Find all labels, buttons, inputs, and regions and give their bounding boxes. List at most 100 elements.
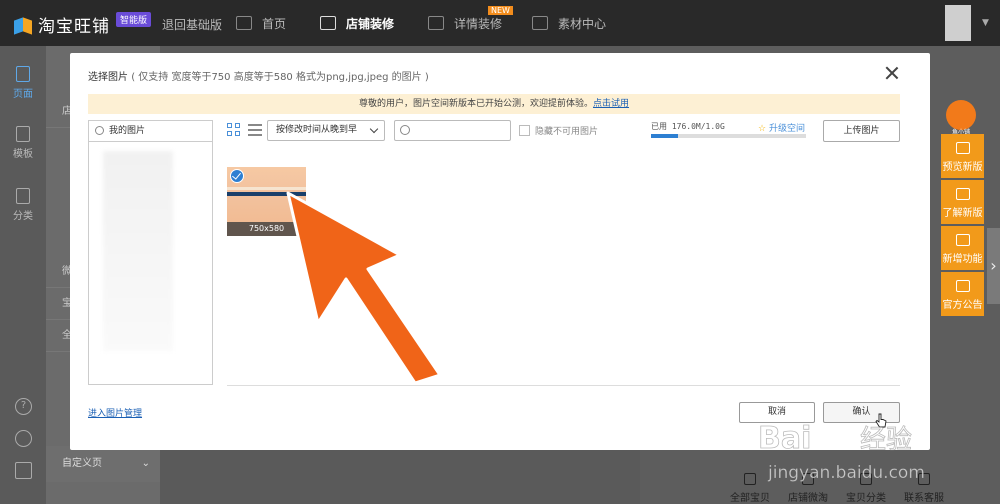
custom-page-row[interactable]: 自定义页 ⌄: [46, 446, 160, 482]
check-icon[interactable]: [230, 169, 244, 183]
hide-unavailable-checkbox[interactable]: 隐藏不可用图片: [519, 124, 598, 137]
album-list[interactable]: [103, 151, 173, 351]
image-search-input[interactable]: [394, 120, 511, 141]
storage-usage-bar: [651, 134, 806, 138]
star-icon: ☆: [758, 124, 767, 134]
bottom-nav-label: 店铺微淘: [788, 493, 828, 504]
nav-home-label: 首页: [262, 16, 287, 31]
new-feature-button[interactable]: 新增功能: [941, 226, 984, 270]
float-btn-label: 新增功能: [942, 254, 983, 265]
album-tree-panel: 我的图片: [88, 120, 213, 385]
nav-store-decoration[interactable]: 店铺装修: [320, 12, 394, 34]
preview-icon: [955, 142, 970, 154]
list-icon: [860, 473, 872, 485]
nav-home[interactable]: 首页: [236, 12, 286, 34]
logo-text: 淘宝旺铺: [38, 17, 110, 37]
grid-view-icon[interactable]: [227, 123, 241, 137]
list-view-icon[interactable]: [248, 124, 262, 136]
float-btn-label: 预览新版: [942, 162, 983, 173]
taobao-logo-icon: [14, 15, 34, 35]
image-thumbnail[interactable]: 750x580: [227, 167, 306, 236]
chat-icon: [918, 473, 930, 485]
close-icon[interactable]: [884, 65, 900, 81]
top-bar: 淘宝旺铺 智能版 退回基础版 首页 店铺装修 详情装修 NEW 素材中心 ▼: [0, 0, 1000, 46]
bottom-nav-label: 全部宝贝: [730, 493, 770, 504]
upload-image-button[interactable]: 上传图片: [823, 120, 900, 142]
chevron-down-icon[interactable]: ▼: [982, 18, 989, 28]
announcement-button[interactable]: 官方公告: [941, 272, 984, 316]
folder-icon: [532, 16, 548, 30]
sort-select[interactable]: 按修改时间从晚到早: [267, 120, 385, 141]
bottom-nav-item-categories[interactable]: 宝贝分类: [836, 470, 896, 504]
cancel-button[interactable]: 取消: [739, 402, 815, 423]
help-icon[interactable]: ?: [15, 398, 32, 415]
dialog-title-hint: ( 仅支持 宽度等于750 高度等于580 格式为png,jpg,jpeg 的图…: [131, 72, 429, 83]
logo[interactable]: 淘宝旺铺 智能版: [14, 12, 152, 37]
chevron-down-icon: [369, 124, 379, 134]
rail-item-category-label: 分类: [13, 211, 33, 222]
app-root: 淘宝旺铺 智能版 退回基础版 首页 店铺装修 详情装修 NEW 素材中心 ▼ 页…: [0, 0, 1000, 504]
feature-icon: [955, 234, 970, 246]
preview-new-button[interactable]: 预览新版: [941, 134, 984, 178]
nav-store-label: 店铺装修: [346, 16, 395, 31]
rail-item-category[interactable]: 分类: [0, 188, 46, 222]
upgrade-label: 升级空间: [768, 124, 805, 134]
rail-item-page-label: 页面: [13, 89, 33, 100]
chevron-right-icon[interactable]: ›: [987, 228, 1000, 304]
notice-banner: 尊敬的用户，图片空间新版本已开始公测，欢迎提前体验。点击试用: [88, 94, 900, 114]
try-now-link[interactable]: 点击试用: [593, 99, 629, 109]
bottom-nav-label: 联系客服: [904, 493, 944, 504]
search-icon: [400, 125, 410, 135]
manage-images-link[interactable]: 进入图片管理: [88, 406, 142, 419]
nav-detail-decoration[interactable]: 详情装修: [428, 12, 502, 34]
storage-usage-fill: [651, 134, 678, 138]
confirm-button[interactable]: 确认: [823, 402, 900, 423]
avatar[interactable]: [945, 5, 971, 41]
new-badge: NEW: [488, 6, 513, 15]
bottom-nav-all-items[interactable]: 全部宝贝: [720, 470, 780, 504]
select-image-dialog: 选择图片 ( 仅支持 宽度等于750 高度等于580 格式为png,jpg,jp…: [70, 53, 930, 450]
bag-icon: [744, 473, 756, 485]
float-btn-label: 了解新版: [942, 208, 983, 219]
learn-new-button[interactable]: 了解新版: [941, 180, 984, 224]
nav-material-center[interactable]: 素材中心: [532, 12, 606, 34]
broadcast-icon: [802, 473, 814, 485]
left-rail: 页面 模板 分类 ?: [0, 46, 46, 504]
sort-select-value: 按修改时间从晚到早: [276, 125, 358, 135]
detail-icon: [428, 16, 444, 30]
bottom-nav-store-feed[interactable]: 店铺微淘: [778, 470, 838, 504]
divider: [227, 385, 900, 386]
notice-text: 尊敬的用户，图片空间新版本已开始公测，欢迎提前体验。: [358, 99, 593, 109]
info-icon: [955, 188, 970, 200]
mascot-icon[interactable]: [946, 100, 976, 130]
album-search-field[interactable]: 我的图片: [89, 121, 212, 142]
rail-item-page[interactable]: 页面: [0, 66, 46, 100]
back-to-basic-link[interactable]: 退回基础版: [162, 16, 222, 33]
thumbnail-detail: [227, 187, 306, 190]
page-icon: [16, 66, 30, 82]
nav-material-label: 素材中心: [558, 16, 607, 31]
preview-bottom-nav: 全部宝贝 店铺微淘 宝贝分类 联系客服: [720, 470, 948, 504]
storage-usage-text: 已用 176.0M/1.0G: [651, 122, 725, 131]
hide-unavailable-label: 隐藏不可用图片: [535, 127, 599, 137]
edition-badge: 智能版: [116, 12, 152, 27]
custom-page-label: 自定义页: [62, 458, 102, 469]
nav-detail-label: 详情装修: [454, 16, 503, 31]
checkbox-box[interactable]: [519, 125, 530, 136]
rail-item-template-label: 模板: [13, 149, 33, 160]
template-icon: [16, 126, 30, 142]
upgrade-space-link[interactable]: ☆ 升级空间: [758, 121, 805, 134]
headset-icon[interactable]: [15, 430, 32, 447]
album-search-placeholder: 我的图片: [109, 126, 146, 136]
edit-icon[interactable]: [15, 462, 32, 479]
float-btn-label: 官方公告: [942, 300, 983, 311]
category-icon: [16, 188, 30, 204]
bottom-nav-label: 宝贝分类: [846, 493, 886, 504]
thumbnail-size-caption: 750x580: [227, 222, 306, 236]
bottom-nav-contact[interactable]: 联系客服: [894, 470, 954, 504]
store-icon: [320, 16, 336, 30]
rail-item-template[interactable]: 模板: [0, 126, 46, 160]
announcement-icon: [955, 280, 970, 292]
thumbnail-detail: [227, 192, 306, 196]
dialog-title: 选择图片 ( 仅支持 宽度等于750 高度等于580 格式为png,jpg,jp…: [88, 68, 429, 83]
